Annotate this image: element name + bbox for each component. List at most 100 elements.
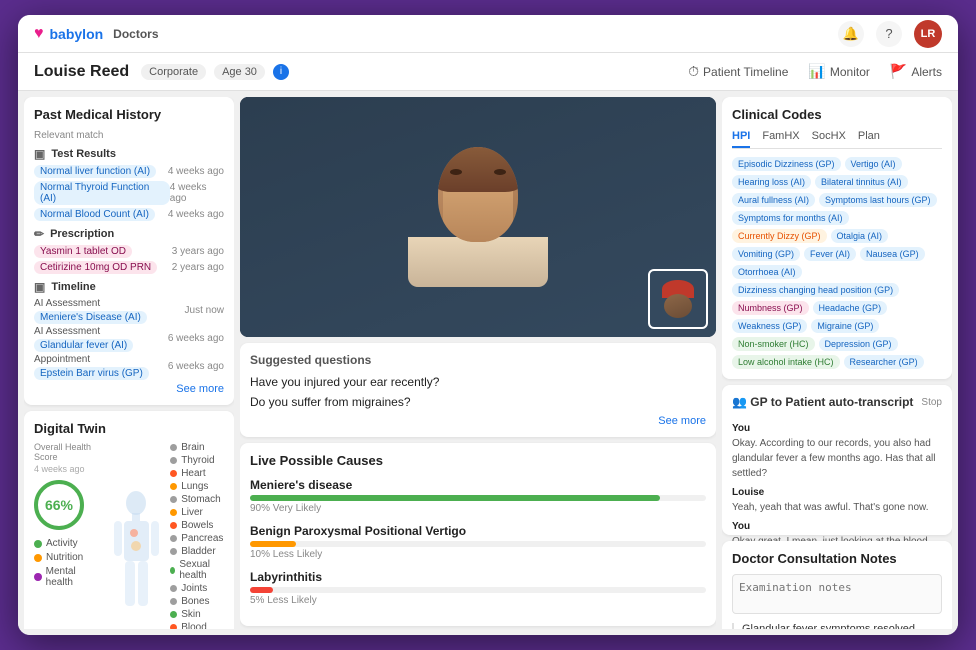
patient-tags: Corporate Age 30 i [141, 64, 289, 80]
stop-button[interactable]: Stop [921, 397, 942, 408]
organ-thyroid: Thyroid [170, 455, 224, 466]
cc-tag-hearing-loss[interactable]: Hearing loss (AI) [732, 175, 811, 189]
test-result-tag-1[interactable]: Normal liver function (AI) [34, 165, 156, 178]
cc-tag-depression[interactable]: Depression (GP) [819, 337, 898, 351]
cc-tag-otalgia[interactable]: Otalgia (AI) [831, 229, 889, 243]
relevant-match: Relevant match [34, 130, 224, 141]
timeline-date-2: 6 weeks ago [168, 333, 224, 344]
suggested-questions-card: Suggested questions Have you injured you… [240, 343, 716, 437]
timeline-tag-3[interactable]: Epstein Barr virus (GP) [34, 367, 149, 380]
digital-twin-card: Digital Twin Overall Health Score 4 week… [24, 411, 234, 629]
notes-item-1: Glandular fever symptoms resolved [732, 623, 942, 629]
transcript-body: You Okay. According to our records, you … [732, 417, 942, 557]
test-result-3: Normal Blood Count (AI) 4 weeks ago [34, 208, 224, 221]
prescription-tag-2[interactable]: Cetirizine 10mg OD PRN [34, 261, 157, 274]
transcript-card: 👥 GP to Patient auto-transcript Stop You… [722, 385, 952, 535]
mental-health-label: Mental health [46, 566, 104, 588]
cc-tag-vertigo[interactable]: Vertigo (AI) [845, 157, 902, 171]
left-panel: Past Medical History Relevant match ▣ Te… [24, 97, 234, 629]
cc-tag-otorrhoea[interactable]: Otorrhoea (AI) [732, 265, 802, 279]
timeline-tag-2[interactable]: Glandular fever (AI) [34, 339, 133, 352]
organ-bones: Bones [170, 596, 224, 607]
sq-item-1[interactable]: Have you injured your ear recently? [250, 375, 706, 389]
see-more-button[interactable]: See more [34, 383, 224, 395]
tab-hpi[interactable]: HPI [732, 130, 750, 148]
nutrition-metric: Nutrition [34, 552, 103, 563]
app-container: ♥ babylon Doctors 🔔 ? LR Louise Reed Cor… [18, 15, 958, 635]
health-score-sub: 4 weeks ago [34, 464, 103, 474]
cc-tag-low-alcohol[interactable]: Low alcohol intake (HC) [732, 355, 840, 369]
mental-health-metric: Mental health [34, 566, 103, 588]
cc-tag-numbness[interactable]: Numbness (GP) [732, 301, 809, 315]
alerts-label: Alerts [911, 65, 942, 79]
patient-info-icon[interactable]: i [273, 64, 289, 80]
cause-label-2: 10% Less Likely [250, 549, 706, 560]
cc-tag-currently-dizzy[interactable]: Currently Dizzy (GP) [732, 229, 827, 243]
timeline-tag-1[interactable]: Meniere's Disease (AI) [34, 311, 147, 324]
cc-tag-dizziness-changing[interactable]: Dizziness changing head position (GP) [732, 283, 899, 297]
prescription-tag-1[interactable]: Yasmin 1 tablet OD [34, 245, 132, 258]
cause-bar-container-1 [250, 495, 706, 501]
timeline-date-3: 6 weeks ago [168, 361, 224, 372]
alerts-icon: 🚩 [890, 63, 907, 80]
cc-tag-headache[interactable]: Headache (GP) [813, 301, 888, 315]
patient-timeline-action[interactable]: ⏱ Patient Timeline [688, 63, 788, 80]
test-results-header: ▣ Test Results [34, 147, 224, 161]
organ-brain: Brain [170, 442, 224, 453]
sq-see-more[interactable]: See more [250, 415, 706, 427]
cc-tag-episodic-dizziness[interactable]: Episodic Dizziness (GP) [732, 157, 841, 171]
timeline-type-3: Appointment [34, 354, 149, 365]
notes-title: Doctor Consultation Notes [732, 551, 942, 566]
cause-bar-2 [250, 541, 296, 547]
timeline-1: AI Assessment Meniere's Disease (AI) Jus… [34, 298, 224, 323]
transcript-people-icon: 👥 [732, 395, 750, 409]
patient-video-representation [408, 147, 548, 287]
tab-sochx[interactable]: SocHX [812, 130, 846, 148]
organ-stomach: Stomach [170, 494, 224, 505]
monitor-action[interactable]: 📊 Monitor [808, 63, 869, 80]
cc-tag-migraine[interactable]: Migraine (GP) [811, 319, 879, 333]
organ-bladder: Bladder [170, 546, 224, 557]
test-results-icon: ▣ [34, 147, 45, 161]
organ-blood: Blood [170, 622, 224, 629]
cause-bar-container-3 [250, 587, 706, 593]
cause-name-1: Meniere's disease [250, 478, 706, 492]
test-result-tag-3[interactable]: Normal Blood Count (AI) [34, 208, 155, 221]
cc-tag-aural-fullness[interactable]: Aural fullness (AI) [732, 193, 815, 207]
timeline-section-label: Timeline [51, 281, 95, 293]
clinical-code-tags: Episodic Dizziness (GP) Vertigo (AI) Hea… [732, 157, 942, 369]
avatar[interactable]: LR [914, 20, 942, 48]
test-results-label: Test Results [51, 148, 116, 160]
test-result-date-2: 4 weeks ago [170, 182, 224, 204]
cc-tag-symptoms-hours[interactable]: Symptoms last hours (GP) [819, 193, 937, 207]
mental-health-dot [34, 573, 42, 581]
cc-tag-weakness[interactable]: Weakness (GP) [732, 319, 807, 333]
center-panel: Suggested questions Have you injured you… [240, 97, 716, 629]
twin-body [109, 442, 164, 629]
tab-famhx[interactable]: FamHX [762, 130, 799, 148]
alerts-action[interactable]: 🚩 Alerts [890, 63, 942, 80]
cc-tag-vomiting[interactable]: Vomiting (GP) [732, 247, 800, 261]
nav-brand: babylon [50, 26, 104, 42]
cc-tag-researcher[interactable]: Researcher (GP) [844, 355, 924, 369]
prescription-2: Cetirizine 10mg OD PRN 2 years ago [34, 261, 224, 274]
activity-dot [34, 540, 42, 548]
tab-plan[interactable]: Plan [858, 130, 880, 148]
timeline-3: Appointment Epstein Barr virus (GP) 6 we… [34, 354, 224, 379]
notification-icon[interactable]: 🔔 [838, 21, 864, 47]
cc-tag-bilateral-tinnitus[interactable]: Bilateral tinnitus (AI) [815, 175, 908, 189]
prescription-icon: ✏ [34, 227, 44, 241]
sq-item-2[interactable]: Do you suffer from migraines? [250, 395, 706, 409]
cc-tag-nausea[interactable]: Nausea (GP) [860, 247, 925, 261]
patient-name: Louise Reed [34, 63, 129, 81]
examination-notes-input[interactable] [732, 574, 942, 614]
test-result-tag-2[interactable]: Normal Thyroid Function (AI) [34, 181, 170, 205]
patient-tag-age: Age 30 [214, 64, 265, 80]
test-result-date-1: 4 weeks ago [168, 166, 224, 177]
cc-tag-non-smoker[interactable]: Non-smoker (HC) [732, 337, 815, 351]
video-container [240, 97, 716, 337]
cc-tag-symptoms-months[interactable]: Symptoms for months (AI) [732, 211, 849, 225]
help-icon[interactable]: ? [876, 21, 902, 47]
clinical-codes-card: Clinical Codes HPI FamHX SocHX Plan Epis… [722, 97, 952, 379]
cc-tag-fever[interactable]: Fever (AI) [804, 247, 856, 261]
